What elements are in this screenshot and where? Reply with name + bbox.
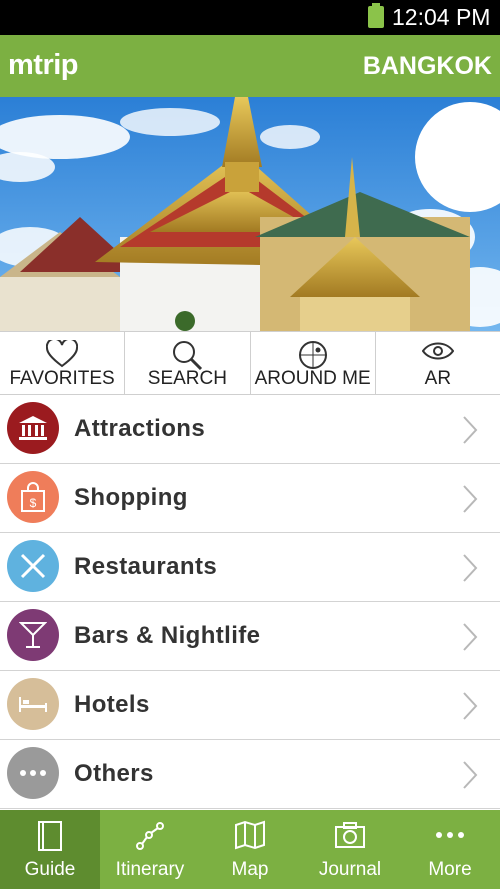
app-header: mtrip BANGKOK bbox=[0, 35, 500, 97]
camera-icon bbox=[334, 820, 366, 855]
hero-image bbox=[0, 97, 500, 331]
category-label: Restaurants bbox=[74, 553, 218, 580]
map-icon bbox=[234, 820, 266, 855]
battery-icon bbox=[368, 3, 384, 28]
tab-map-label: Map bbox=[231, 859, 269, 880]
quick-actions: FAVORITES SEARCH AROUND ME AR bbox=[0, 331, 500, 395]
category-attractions[interactable]: Attractions bbox=[0, 395, 500, 464]
category-restaurants[interactable]: Restaurants bbox=[0, 533, 500, 602]
status-bar: 12:04 PM bbox=[0, 0, 500, 35]
compass-icon bbox=[298, 340, 328, 375]
chevron-right-icon bbox=[462, 553, 478, 588]
book-icon bbox=[36, 820, 64, 857]
route-icon bbox=[134, 820, 166, 857]
favorites-button[interactable]: FAVORITES bbox=[0, 331, 126, 394]
category-label: Hotels bbox=[74, 691, 150, 718]
category-label: Bars & Nightlife bbox=[74, 622, 261, 649]
category-bars-nightlife[interactable]: Bars & Nightlife bbox=[0, 602, 500, 671]
bed-icon bbox=[7, 678, 59, 730]
tab-itinerary[interactable]: Itinerary bbox=[100, 810, 200, 889]
tab-map[interactable]: Map bbox=[200, 810, 300, 889]
category-others[interactable]: Others bbox=[0, 740, 500, 809]
tab-guide[interactable]: Guide bbox=[0, 810, 100, 889]
svg-text:$: $ bbox=[30, 496, 37, 510]
chevron-right-icon bbox=[462, 415, 478, 450]
more-icon bbox=[434, 820, 466, 855]
category-label: Attractions bbox=[74, 415, 206, 442]
app-logo: mtrip bbox=[8, 49, 79, 81]
cocktail-icon bbox=[7, 609, 59, 661]
eye-icon bbox=[421, 340, 455, 367]
ar-button[interactable]: AR bbox=[375, 331, 500, 394]
search-button[interactable]: SEARCH bbox=[125, 331, 251, 394]
magnifier-icon bbox=[171, 340, 203, 375]
bottom-tab-bar: Guide Itinerary Map Journal More bbox=[0, 810, 500, 889]
ar-label: AR bbox=[424, 368, 452, 389]
tab-more[interactable]: More bbox=[400, 810, 500, 889]
category-shopping[interactable]: $ Shopping bbox=[0, 464, 500, 533]
tab-more-label: More bbox=[428, 859, 472, 880]
heart-icon bbox=[46, 337, 79, 373]
cutlery-icon bbox=[7, 540, 59, 592]
more-dots-icon bbox=[7, 747, 59, 799]
tab-journal[interactable]: Journal bbox=[300, 810, 400, 889]
category-list: Attractions $ Shopping Restaurants Bars … bbox=[0, 395, 500, 809]
city-title[interactable]: BANGKOK bbox=[363, 52, 492, 81]
chevron-right-icon bbox=[462, 622, 478, 657]
category-label: Others bbox=[74, 760, 154, 787]
chevron-right-icon bbox=[462, 691, 478, 726]
category-label: Shopping bbox=[74, 484, 188, 511]
chevron-right-icon bbox=[462, 760, 478, 795]
around-me-button[interactable]: AROUND ME bbox=[250, 331, 376, 394]
museum-icon bbox=[7, 402, 59, 454]
status-time: 12:04 PM bbox=[392, 4, 491, 30]
shopping-bag-icon: $ bbox=[7, 471, 59, 523]
chevron-right-icon bbox=[462, 484, 478, 519]
tab-itinerary-label: Itinerary bbox=[115, 859, 185, 880]
tab-guide-label: Guide bbox=[24, 859, 76, 880]
tab-journal-label: Journal bbox=[318, 859, 382, 880]
category-hotels[interactable]: Hotels bbox=[0, 671, 500, 740]
